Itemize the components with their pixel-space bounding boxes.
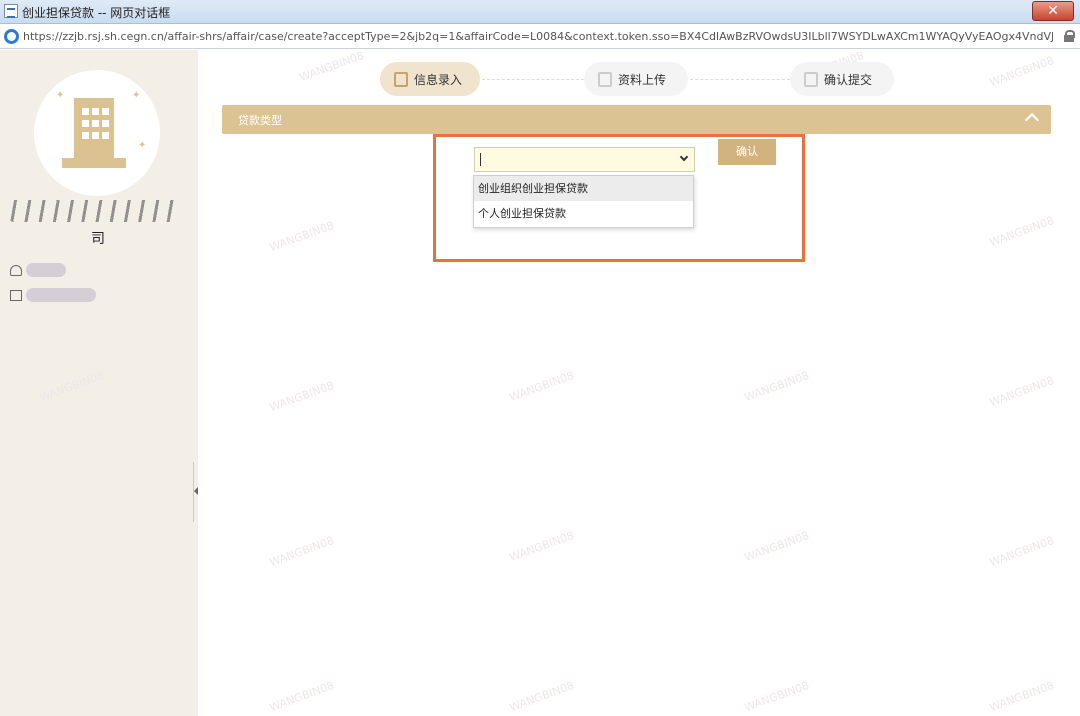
option-organization-startup-loan[interactable]: 创业组织创业担保贷款 — [474, 176, 693, 201]
window-titlebar: 创业担保贷款 -- 网页对话框 ✕ — [0, 0, 1080, 24]
section-title: 贷款类型 — [238, 114, 282, 127]
address-bar[interactable]: https://zzjb.rsj.sh.cegn.cn/affair-shrs/… — [0, 25, 1080, 49]
edit-form-icon — [394, 71, 408, 87]
step-document-upload[interactable]: 资料上传 — [584, 62, 688, 96]
watermark: WANGBIN08 — [742, 528, 811, 565]
watermark: WANGBIN08 — [987, 373, 1056, 410]
progress-stepper: 信息录入 资料上传 确认提交 — [378, 62, 898, 98]
step-confirm-submit[interactable]: 确认提交 — [790, 62, 894, 96]
confirm-button[interactable]: 确认 — [718, 139, 776, 165]
chevron-down-icon[interactable] — [679, 152, 689, 162]
page-icon — [4, 4, 18, 18]
watermark: WANGBIN08 — [742, 678, 811, 715]
loan-type-select[interactable] — [474, 147, 695, 172]
close-button[interactable]: ✕ — [1032, 1, 1074, 21]
ie-browser-icon — [4, 29, 19, 44]
redacted-company-name — [8, 200, 180, 222]
url-text[interactable]: https://zzjb.rsj.sh.cegn.cn/affair-shrs/… — [23, 30, 1053, 43]
loan-type-section-header[interactable]: 贷款类型 — [222, 105, 1051, 134]
lock-icon[interactable] — [1064, 30, 1075, 42]
phone-row — [10, 288, 96, 302]
avatar: ✦ ✦ ✦ — [34, 70, 160, 196]
watermark: WANGBIN08 — [507, 368, 576, 405]
id-card-icon — [10, 289, 22, 301]
building-icon — [62, 98, 126, 168]
sparkle-icon: ✦ — [138, 140, 147, 151]
watermark: WANGBIN08 — [267, 378, 336, 415]
chevron-up-icon[interactable] — [1024, 112, 1040, 128]
option-individual-startup-loan[interactable]: 个人创业担保贷款 — [474, 201, 693, 226]
sparkle-icon: ✦ — [132, 90, 141, 101]
watermark: WANGBIN08 — [987, 213, 1056, 250]
watermark: WANGBIN08 — [297, 48, 366, 85]
user-icon — [10, 264, 22, 276]
step-label: 资料上传 — [618, 72, 667, 87]
watermark: WANGBIN08 — [742, 368, 811, 405]
main-content: WANGBIN08 WANGBIN08 WANGBIN08 WANGBIN08 … — [38, 48, 1080, 716]
window-title: 创业担保贷款 -- 网页对话框 — [22, 6, 171, 20]
watermark: WANGBIN08 — [987, 533, 1056, 570]
redacted-phone — [26, 288, 96, 302]
watermark: WANGBIN08 — [987, 53, 1056, 90]
watermark: WANGBIN08 — [267, 218, 336, 255]
watermark: WANGBIN08 — [267, 678, 336, 715]
text-cursor — [480, 153, 481, 166]
watermark: WANGBIN08 — [507, 678, 576, 715]
confirm-document-icon — [804, 71, 818, 87]
redacted-contact — [26, 263, 66, 277]
upload-document-icon — [598, 71, 612, 87]
loan-type-dropdown: 创业组织创业担保贷款 个人创业担保贷款 — [473, 175, 694, 228]
company-name-suffix: 司 — [91, 231, 105, 247]
step-info-entry[interactable]: 信息录入 — [380, 62, 480, 96]
step-label: 信息录入 — [414, 72, 463, 87]
company-name: 司 — [8, 200, 188, 248]
watermark: WANGBIN08 — [987, 678, 1056, 715]
step-connector — [482, 79, 584, 80]
contact-person-row — [10, 263, 66, 277]
watermark: WANGBIN08 — [507, 528, 576, 565]
step-connector — [690, 79, 790, 80]
step-label: 确认提交 — [824, 72, 873, 87]
watermark: WANGBIN08 — [267, 533, 336, 570]
